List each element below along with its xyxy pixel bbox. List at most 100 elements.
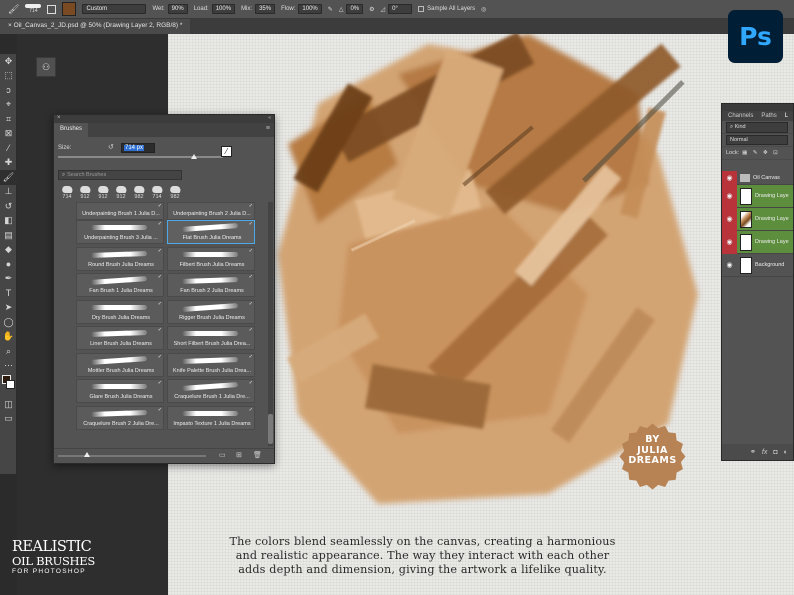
- brush-icon[interactable]: 🖌: [0, 170, 17, 185]
- blur-icon[interactable]: ◆: [0, 243, 17, 258]
- layer-row[interactable]: ◉ Drawing Laye: [722, 184, 793, 208]
- brush-item[interactable]: Dry Brush Julia Dreams ✓: [76, 299, 164, 324]
- stamp-icon[interactable]: ⊥: [0, 185, 17, 200]
- brush-item[interactable]: Underpainting Brush 2 Julia D... ✓: [167, 202, 255, 220]
- layers-tab[interactable]: Channels: [728, 113, 753, 119]
- type-icon[interactable]: T: [0, 286, 17, 301]
- eye-icon[interactable]: ◉: [722, 230, 737, 254]
- brush-item[interactable]: Fan Brush 2 Julia Dreams ✓: [167, 273, 255, 297]
- brush-item[interactable]: Round Brush Julia Dreams ✓: [76, 246, 164, 271]
- folder-icon[interactable]: ▭: [219, 451, 226, 459]
- color-swatch[interactable]: [62, 2, 77, 16]
- move-icon[interactable]: ✥: [0, 54, 17, 69]
- kind-filter[interactable]: ⌕ Kind: [726, 121, 788, 133]
- fx-icon[interactable]: fx: [762, 449, 767, 456]
- quick-mask-icon[interactable]: ◫: [0, 397, 17, 412]
- brush-item[interactable]: Fan Brush 1 Julia Dreams ✓: [76, 273, 164, 297]
- eye-icon[interactable]: ◉: [722, 170, 737, 185]
- brush-item[interactable]: Rigger Brush Julia Dreams ✓: [167, 299, 255, 324]
- layer-group[interactable]: ◉ Oil Canvas: [722, 170, 793, 185]
- smoothing-field[interactable]: 0%: [346, 4, 364, 14]
- size-slider[interactable]: [58, 156, 223, 158]
- collapsed-panel-icon[interactable]: ⚇: [36, 57, 56, 77]
- recent-preset[interactable]: 912: [112, 182, 130, 200]
- reset-icon[interactable]: ↺: [108, 143, 114, 151]
- hand-icon[interactable]: ✋: [0, 330, 17, 345]
- dodge-icon[interactable]: ●: [0, 257, 17, 272]
- recent-preset[interactable]: 912: [76, 182, 94, 200]
- brush-item[interactable]: Underpainting Brush 3 Julia ... ✓: [76, 220, 164, 244]
- brush-item[interactable]: Knife Palette Brush Julia Drea... ✓: [167, 352, 255, 377]
- panel-header[interactable]: × «: [54, 115, 274, 123]
- zoom-icon[interactable]: ⌕: [0, 344, 17, 359]
- brush-tool-icon[interactable]: 🖌: [8, 4, 19, 15]
- brush-angle-icon[interactable]: ⁄: [221, 146, 232, 157]
- eyedropper-icon[interactable]: ⁄: [0, 141, 17, 156]
- size-input[interactable]: 714 px: [121, 143, 155, 153]
- layers-tab[interactable]: L: [785, 113, 788, 119]
- tab-brushes[interactable]: Brushes: [54, 123, 89, 137]
- preview-size-slider[interactable]: [58, 455, 206, 457]
- brush-panel-toggle-icon[interactable]: [47, 4, 57, 14]
- brush-item[interactable]: Impasto Texture 1 Julia Dreams ✓: [167, 405, 255, 430]
- brush-item[interactable]: Underpainting Brush 1 Julia D... ✓: [76, 202, 164, 220]
- brush-size-preview[interactable]: 714: [25, 4, 42, 14]
- link-icon[interactable]: ⚭: [750, 448, 756, 456]
- recent-preset[interactable]: 982: [130, 182, 148, 200]
- lock-icons[interactable]: ▦ ✎ ✥ ⊡: [742, 150, 780, 156]
- eye-icon[interactable]: ◉: [722, 184, 737, 208]
- new-brush-icon[interactable]: ⊞: [236, 451, 242, 459]
- brush-item[interactable]: Craquelure Brush 1 Julia Dre... ✓: [167, 379, 255, 403]
- angle-field[interactable]: 0°: [388, 4, 413, 14]
- screen-mode-icon[interactable]: ▭: [0, 412, 17, 427]
- path-select-icon[interactable]: ➤: [0, 301, 17, 316]
- search-input[interactable]: ⌕ Search Brushes: [58, 170, 182, 180]
- eye-icon[interactable]: ◉: [722, 254, 737, 277]
- crop-icon[interactable]: ⌗: [0, 112, 17, 127]
- flow-field[interactable]: 100%: [298, 4, 322, 14]
- color-swatches[interactable]: [0, 373, 17, 397]
- brush-item[interactable]: Mottler Brush Julia Dreams ✓: [76, 352, 164, 377]
- gradient-icon[interactable]: ▤: [0, 228, 17, 243]
- adjust-icon[interactable]: ◐: [784, 449, 788, 456]
- sample-all-layers-checkbox[interactable]: Sample All Layers: [418, 6, 475, 12]
- marquee-icon[interactable]: ⬚: [0, 69, 17, 84]
- brush-item[interactable]: Craquelure Brush 2 Julia Dre... ✓: [76, 405, 164, 430]
- scrollbar-thumb[interactable]: [268, 414, 273, 444]
- close-icon[interactable]: ×: [57, 115, 61, 121]
- document-tab[interactable]: × Oil_Canvas_2_JD.psd @ 50% (Drawing Lay…: [0, 19, 191, 34]
- layer-row[interactable]: ◉ Drawing Laye: [722, 207, 793, 231]
- load-field[interactable]: 100%: [211, 4, 236, 14]
- recent-preset[interactable]: 982: [166, 182, 184, 200]
- brush-item[interactable]: Liner Brush Julia Dreams ✓: [76, 326, 164, 350]
- quick-select-icon[interactable]: ⌖: [0, 98, 17, 113]
- shape-icon[interactable]: ◯: [0, 315, 17, 330]
- brush-item[interactable]: Glare Brush Julia Dreams ✓: [76, 379, 164, 403]
- more-tools-icon[interactable]: ⋯: [0, 359, 17, 374]
- recent-preset[interactable]: 714: [58, 182, 76, 200]
- panel-menu-icon[interactable]: ≡: [266, 125, 270, 132]
- brush-item[interactable]: Short Filbert Brush Julia Drea... ✓: [167, 326, 255, 350]
- blend-mode-select[interactable]: Normal: [726, 135, 788, 145]
- layers-tab[interactable]: Paths: [761, 113, 776, 119]
- eye-icon[interactable]: ◉: [722, 207, 737, 231]
- pressure-icon[interactable]: ◎: [481, 6, 486, 13]
- trash-icon[interactable]: 🗑: [253, 451, 262, 459]
- gear-icon[interactable]: ⚙: [369, 6, 374, 13]
- history-brush-icon[interactable]: ↺: [0, 199, 17, 214]
- layer-row[interactable]: ◉ Drawing Laye: [722, 230, 793, 254]
- mask-icon[interactable]: ◘: [773, 449, 777, 456]
- close-icon[interactable]: ×: [8, 22, 12, 29]
- pen-icon[interactable]: ✒: [0, 272, 17, 287]
- recent-preset[interactable]: 714: [148, 182, 166, 200]
- airbrush-icon[interactable]: ✎: [328, 6, 333, 13]
- wet-field[interactable]: 90%: [167, 4, 188, 14]
- collapse-icon[interactable]: «: [268, 115, 271, 121]
- lasso-icon[interactable]: ↄ: [0, 83, 17, 98]
- scrollbar[interactable]: [268, 202, 273, 446]
- preview-size-thumb[interactable]: [84, 452, 90, 457]
- frame-icon[interactable]: ⊠: [0, 127, 17, 142]
- size-slider-thumb[interactable]: [191, 154, 197, 159]
- mix-field[interactable]: 35%: [255, 4, 276, 14]
- layer-row[interactable]: ◉ Background: [722, 254, 793, 277]
